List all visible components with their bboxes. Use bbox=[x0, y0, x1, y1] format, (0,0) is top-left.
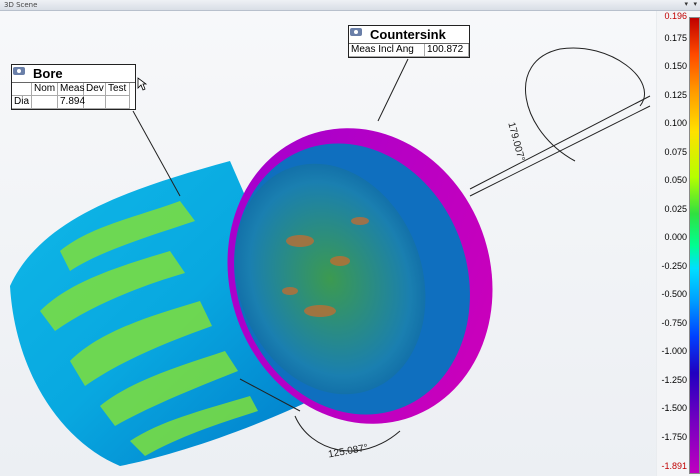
colorbar-label: -1.000 bbox=[661, 346, 687, 356]
countersink-callout-header: Countersink bbox=[349, 26, 469, 43]
bore-header-dev: Dev bbox=[84, 83, 106, 96]
bore-title: Bore bbox=[33, 66, 63, 81]
colorbar-label: -1.250 bbox=[661, 375, 687, 385]
window-title: 3D Scene bbox=[4, 1, 38, 9]
feature-icon bbox=[350, 28, 366, 41]
bore-callout-header: Bore bbox=[12, 65, 135, 82]
countersink-callout[interactable]: Countersink Meas Incl Ang 100.872 bbox=[348, 25, 470, 58]
countersink-value: 100.872 bbox=[425, 44, 469, 57]
countersink-label: Meas Incl Ang bbox=[349, 44, 425, 57]
colorbar-label: 0.025 bbox=[664, 204, 687, 214]
bore-row-label: Dia bbox=[12, 96, 32, 109]
colorbar-label: 0.000 bbox=[664, 232, 687, 242]
bore-header-meas: Meas bbox=[58, 83, 85, 96]
colorbar-label: 0.175 bbox=[664, 33, 687, 43]
window-titlebar: 3D Scene ▾ ▾ bbox=[0, 0, 700, 11]
countersink-leader bbox=[377, 58, 409, 122]
colorbar-label: 0.075 bbox=[664, 147, 687, 157]
deviation-colorbar: 0.196 0.175 0.150 0.125 0.100 0.075 0.05… bbox=[657, 11, 700, 476]
colorbar-label: -1.500 bbox=[661, 403, 687, 413]
colorbar-label: 0.050 bbox=[664, 175, 687, 185]
feature-icon bbox=[13, 67, 29, 80]
dropdown-menu-icon[interactable]: ▾ bbox=[693, 0, 697, 10]
colorbar-label: -0.500 bbox=[661, 289, 687, 299]
countersink-table: Meas Incl Ang 100.872 bbox=[349, 43, 469, 57]
colorbar-label: 0.100 bbox=[664, 118, 687, 128]
colorbar-label-max: 0.196 bbox=[664, 11, 687, 21]
axis-line-1 bbox=[469, 95, 651, 190]
colorbar-label: 0.150 bbox=[664, 61, 687, 71]
bore-row-meas: 7.894 bbox=[58, 96, 86, 109]
colorbar-label-min: -1.891 bbox=[661, 461, 687, 471]
bore-callout[interactable]: Bore Nom Meas Dev Test Dia 7.894 bbox=[11, 64, 136, 110]
colorbar-label: -0.250 bbox=[661, 261, 687, 271]
angle-arc-1 bbox=[524, 47, 646, 162]
colorbar-label: 0.125 bbox=[664, 90, 687, 100]
bore-row-test bbox=[106, 96, 130, 109]
bore-header-blank bbox=[12, 83, 32, 96]
bore-header-test: Test bbox=[106, 83, 130, 96]
countersink-title: Countersink bbox=[370, 27, 446, 42]
bore-row-dev bbox=[84, 96, 106, 109]
3d-viewport[interactable]: Bore Nom Meas Dev Test Dia 7.894 Counter… bbox=[0, 11, 656, 476]
mouse-cursor-icon bbox=[137, 77, 147, 91]
scene-window: 3D Scene ▾ ▾ Bore Nom Meas Dev Test Dia … bbox=[0, 0, 700, 476]
bore-row-nom bbox=[32, 96, 58, 109]
colorbar-gradient bbox=[689, 17, 700, 474]
pin-icon[interactable]: ▾ bbox=[684, 0, 688, 10]
bore-table: Nom Meas Dev Test Dia 7.894 bbox=[12, 82, 135, 109]
colorbar-label: -1.750 bbox=[661, 432, 687, 442]
bore-header-nom: Nom bbox=[32, 83, 58, 96]
colorbar-label: -0.750 bbox=[661, 318, 687, 328]
